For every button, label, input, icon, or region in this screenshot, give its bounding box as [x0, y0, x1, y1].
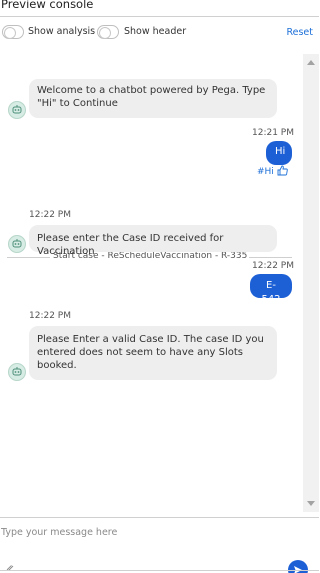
thumbs-up-icon[interactable]	[277, 165, 288, 176]
message-timestamp: 12:22 PM	[29, 311, 71, 321]
message-timestamp: 12:22 PM	[252, 261, 294, 271]
user-message-case-id: E-542	[250, 274, 292, 305]
scroll-up-icon[interactable]	[307, 60, 315, 65]
message-timestamp: 12:22 PM	[29, 210, 71, 220]
show-header-label: Show header	[124, 26, 187, 37]
bot-avatar-icon	[8, 235, 26, 253]
title-bar: Preview console	[0, 0, 319, 17]
send-button[interactable]	[288, 560, 308, 573]
chat-transcript: Welcome to a chatbot powered by Pega. Ty…	[0, 54, 303, 512]
show-analysis-label: Show analysis	[28, 26, 96, 37]
bot-message-welcome: Welcome to a chatbot powered by Pega. Ty…	[29, 79, 277, 118]
bottom-divider	[0, 570, 319, 571]
divider-line-right	[249, 257, 292, 258]
user-message-hi: Hi	[266, 141, 292, 165]
message-composer	[0, 517, 319, 573]
show-header-toggle[interactable]	[97, 25, 119, 39]
toolbar: Show analysis Show header Reset	[0, 22, 319, 42]
bot-avatar-icon	[8, 363, 26, 381]
show-analysis-toggle[interactable]	[2, 25, 24, 39]
send-icon	[294, 566, 302, 573]
bot-message-invalid-case: Please Enter a valid Case ID. The case I…	[29, 326, 277, 380]
message-timestamp: 12:21 PM	[252, 128, 294, 138]
message-input[interactable]	[1, 522, 301, 542]
bot-avatar-icon	[8, 101, 26, 119]
bot-message-case-id-prompt: Please enter the Case ID received for Va…	[29, 225, 277, 257]
attach-icon[interactable]	[6, 564, 15, 573]
intent-tag-link[interactable]: #Hi	[257, 167, 274, 177]
reset-button[interactable]: Reset	[286, 27, 313, 38]
scroll-down-icon[interactable]	[307, 501, 315, 506]
page-title: Preview console	[1, 0, 94, 11]
chat-scrollbar[interactable]	[303, 54, 319, 512]
preview-console: Preview console Show analysis Show heade…	[0, 0, 319, 573]
